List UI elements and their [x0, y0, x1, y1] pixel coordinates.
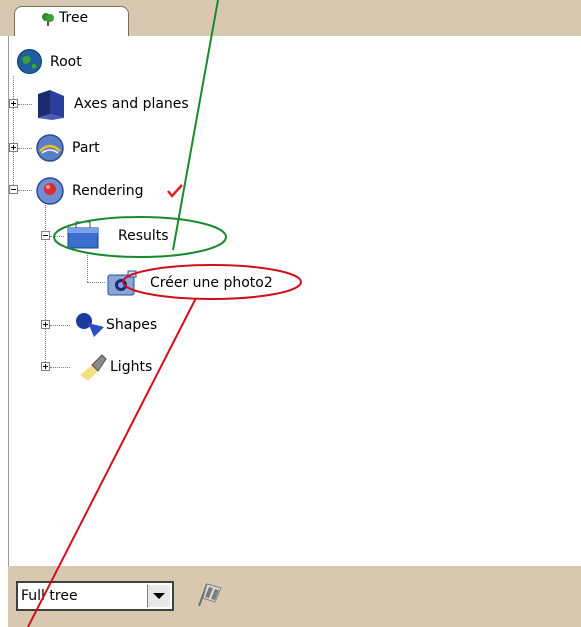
part-icon [36, 134, 64, 162]
tree-item-rendering[interactable]: Rendering [34, 175, 254, 207]
tree-filter-value: Full tree [21, 588, 78, 604]
tree-item-label: Root [50, 54, 82, 70]
axes-planes-icon [38, 90, 64, 120]
check-icon [167, 184, 183, 198]
tree-item-lights[interactable]: Lights [76, 351, 236, 383]
tree-connector [87, 252, 88, 282]
expand-toggle[interactable] [41, 320, 50, 329]
tree-connector [18, 148, 32, 149]
collapse-toggle[interactable] [9, 185, 18, 194]
camera-photo-icon [107, 270, 137, 296]
checkered-flag-icon[interactable] [193, 580, 225, 610]
shapes-icon [76, 313, 104, 337]
tree-item-root[interactable]: Root [16, 46, 216, 78]
expand-toggle[interactable] [41, 362, 50, 371]
tree-filter-dropdown[interactable]: Full tree [16, 581, 174, 611]
tree-item-part[interactable]: Part [34, 132, 234, 164]
tree-item-axes-and-planes[interactable]: Axes and planes [34, 88, 274, 120]
tree-item-results[interactable]: Results [66, 220, 226, 252]
tree-connector [13, 76, 14, 189]
tree-connector [50, 367, 70, 368]
chevron-down-icon[interactable] [147, 585, 170, 607]
tree-item-shapes[interactable]: Shapes [74, 309, 234, 341]
tree-item-label: Axes and planes [74, 96, 189, 112]
tree-item-label: Results [118, 228, 169, 244]
tab-label: Tree [59, 10, 89, 26]
tree-connector [45, 205, 46, 368]
tree-item-label: Part [72, 140, 100, 156]
tree-item-label: Lights [110, 359, 153, 375]
collapse-toggle[interactable] [41, 231, 50, 240]
tree-connector [18, 104, 32, 105]
tree-item-photo[interactable]: Créer une photo2 [106, 267, 306, 299]
tree-item-label: Créer une photo2 [150, 275, 273, 291]
tree-connector [50, 236, 64, 237]
tree-icon [42, 13, 54, 26]
expand-toggle[interactable] [9, 143, 18, 152]
tree-connector [50, 325, 70, 326]
tree-connector [87, 282, 105, 283]
expand-toggle[interactable] [9, 99, 18, 108]
tree-item-label: Shapes [106, 317, 158, 333]
results-folder-icon [67, 221, 99, 249]
globe-icon [17, 49, 42, 74]
rendering-icon [36, 177, 64, 205]
light-icon [80, 354, 107, 381]
tab-tree[interactable]: Tree [14, 6, 129, 38]
tree-item-label: Rendering [72, 183, 144, 199]
tree-connector [18, 190, 32, 191]
